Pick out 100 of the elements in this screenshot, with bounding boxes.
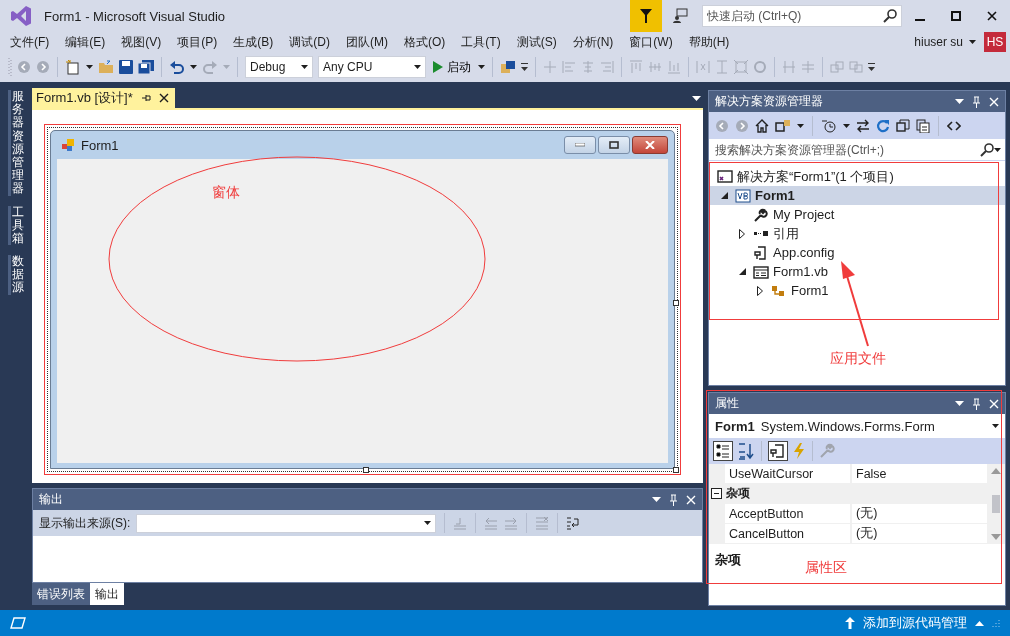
menu-item[interactable]: 测试(S): [510, 33, 563, 51]
output-window-icon[interactable]: [10, 617, 26, 629]
close-icon[interactable]: [158, 93, 169, 103]
panel-tab[interactable]: 错误列表: [32, 583, 90, 605]
caret-icon: [414, 65, 421, 69]
collapsed-icon[interactable]: [739, 228, 745, 239]
menu-item[interactable]: 编辑(E): [59, 33, 112, 51]
menu-item[interactable]: 工具(T): [455, 33, 507, 51]
window-title: Form1 - Microsoft Visual Studio: [44, 8, 227, 24]
properties-icon[interactable]: [768, 441, 788, 461]
pin-icon[interactable]: [140, 93, 151, 103]
resize-handle[interactable]: [362, 467, 369, 473]
tab-list-icon[interactable]: [692, 95, 701, 101]
tree-item[interactable]: 引用: [727, 224, 1005, 243]
menu-item[interactable]: 格式(O): [398, 33, 452, 51]
menu-item[interactable]: 分析(N): [566, 33, 620, 51]
refresh-icon[interactable]: [876, 118, 890, 133]
search-icon: [883, 9, 897, 23]
side-tab[interactable]: 数据源: [8, 255, 24, 295]
minimize-icon: [575, 143, 585, 147]
caret-icon: [478, 65, 485, 69]
feedback-icon[interactable]: [672, 8, 688, 24]
caret-icon: [86, 65, 93, 69]
close-icon: [645, 141, 655, 149]
caret-icon: [301, 65, 308, 69]
switch-view-icon[interactable]: [775, 118, 791, 133]
save-icon[interactable]: [119, 60, 133, 74]
editor-tab[interactable]: Form1.vb [设计]*: [32, 88, 175, 108]
annotation-label: 属性区: [805, 559, 847, 577]
resize-handle[interactable]: [673, 299, 679, 306]
history-icon[interactable]: [821, 118, 837, 133]
word-wrap-icon[interactable]: [566, 516, 581, 530]
panel-tab[interactable]: 输出: [90, 583, 124, 605]
object-selector[interactable]: Form1 System.Windows.Forms.Form: [709, 414, 1005, 438]
alphabetical-icon[interactable]: [737, 442, 755, 460]
menu-item[interactable]: 项目(P): [171, 33, 224, 51]
configuration-dropdown[interactable]: Debug: [245, 56, 313, 78]
caret-up-icon[interactable]: [975, 620, 984, 626]
tree-item[interactable]: 解决方案“Form1”(1 个项目): [709, 167, 1005, 186]
panel-title: 输出: [39, 491, 64, 508]
tree-item[interactable]: App.config: [727, 243, 1005, 262]
close-icon[interactable]: [987, 11, 997, 21]
undo-icon[interactable]: [169, 60, 185, 74]
user-avatar[interactable]: HS: [984, 32, 1006, 52]
tree-item[interactable]: Form1.vb: [727, 262, 1005, 281]
dropdown-icon[interactable]: [652, 497, 661, 502]
expanded-icon[interactable]: [738, 268, 746, 275]
side-tab[interactable]: 服务器资源管理器: [8, 90, 24, 196]
collapse-all-icon[interactable]: [896, 118, 910, 133]
grip-icon: [8, 57, 12, 77]
menu-item[interactable]: 文件(F): [4, 33, 56, 51]
overflow-icon[interactable]: [868, 63, 875, 71]
source-control-button[interactable]: 添加到源代码管理: [863, 614, 967, 632]
caret-icon: [190, 65, 197, 69]
property-value[interactable]: (无): [852, 524, 987, 543]
property-name: UseWaitCursor: [725, 464, 850, 483]
save-all-icon[interactable]: [138, 60, 154, 74]
vb-project-icon: [735, 188, 751, 203]
tree-item[interactable]: Form1: [709, 186, 1005, 205]
quick-launch-field[interactable]: 快速启动 (Ctrl+Q): [702, 5, 902, 27]
menu-item[interactable]: 视图(V): [115, 33, 168, 51]
platform-dropdown[interactable]: Any CPU: [318, 56, 426, 78]
up-arrow-icon[interactable]: [845, 617, 855, 629]
play-icon: [433, 61, 443, 73]
menu-item[interactable]: 帮助(H): [682, 33, 736, 51]
form-icon: [61, 138, 75, 152]
app-logo-icon: [10, 5, 32, 27]
menu-item[interactable]: 调试(D): [283, 33, 336, 51]
expanded-icon[interactable]: [720, 192, 728, 199]
resize-handle[interactable]: [673, 467, 679, 473]
maximize-icon[interactable]: [951, 11, 961, 21]
property-value[interactable]: False: [852, 464, 987, 483]
collapse-icon[interactable]: [711, 488, 722, 499]
tree-item[interactable]: Form1: [745, 281, 1005, 300]
code-icon[interactable]: [947, 120, 961, 131]
notification-button[interactable]: [630, 0, 662, 32]
find-icon[interactable]: [500, 60, 516, 74]
user-name[interactable]: hiuser su: [914, 35, 963, 49]
menu-item[interactable]: 窗口(W): [623, 33, 679, 51]
caret-icon: [843, 123, 850, 128]
dropdown-icon[interactable]: [955, 99, 964, 104]
dropdown-icon[interactable]: [955, 401, 964, 406]
output-source-label: 显示输出来源(S):: [39, 514, 131, 532]
solution-icon: [717, 169, 733, 184]
collapsed-icon[interactable]: [757, 285, 763, 296]
start-button[interactable]: 启动: [431, 58, 473, 76]
property-value[interactable]: (无): [852, 504, 987, 523]
side-tab[interactable]: 工具箱: [8, 205, 24, 246]
maximize-icon: [609, 141, 619, 149]
overflow-icon[interactable]: [521, 63, 528, 71]
sync-icon[interactable]: [856, 118, 870, 133]
home-icon[interactable]: [755, 118, 769, 133]
tree-item[interactable]: My Project: [727, 205, 1005, 224]
caret-icon: [969, 40, 976, 44]
categorized-icon[interactable]: [713, 441, 733, 461]
show-all-files-icon[interactable]: [916, 118, 930, 133]
menu-item[interactable]: 团队(M): [340, 33, 394, 51]
scroll-thumb[interactable]: [992, 495, 1000, 513]
menu-item[interactable]: 生成(B): [227, 33, 280, 51]
new-project-icon[interactable]: [65, 59, 81, 75]
